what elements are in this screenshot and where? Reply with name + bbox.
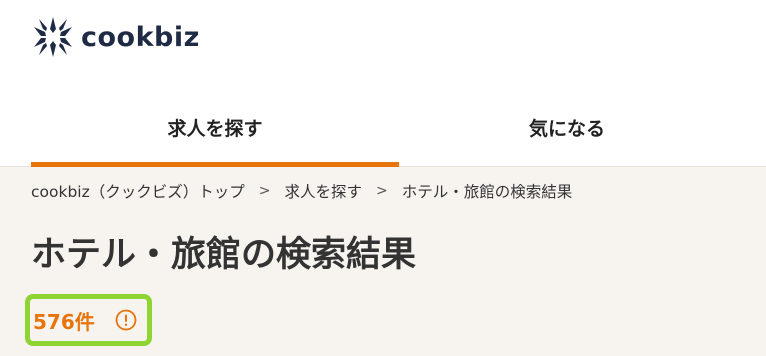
logo-text: cookbiz: [81, 21, 200, 53]
breadcrumb-separator: >: [258, 183, 271, 199]
tab-favorites[interactable]: 気になる: [399, 88, 735, 166]
result-count-highlight: 576件: [25, 294, 152, 346]
tab-search-jobs[interactable]: 求人を探す: [31, 88, 399, 167]
result-count: 576件: [33, 309, 95, 334]
site-header: cookbiz 求人を探す 気になる: [0, 0, 766, 167]
breadcrumb-current: ホテル・旅館の検索結果: [401, 183, 573, 201]
breadcrumb-search-jobs[interactable]: 求人を探す: [284, 180, 362, 202]
breadcrumb-home[interactable]: cookbiz（クックビズ）トップ: [31, 180, 245, 202]
logo-mark-icon: [34, 17, 72, 57]
cookbiz-logo[interactable]: cookbiz: [31, 14, 200, 60]
page-title: ホテル・旅館の検索結果: [31, 235, 417, 275]
tab-search-jobs-label: 求人を探す: [167, 117, 263, 140]
info-icon[interactable]: [115, 309, 137, 331]
tab-favorites-label: 気になる: [528, 117, 605, 140]
app: cookbiz 求人を探す 気になる cookbiz（クックビズ）トップ > 求…: [0, 0, 766, 356]
breadcrumb-separator: >: [376, 183, 388, 199]
breadcrumb: cookbiz（クックビズ）トップ > 求人を探す > ホテル・旅館の検索結果: [31, 180, 572, 202]
main-tabs: 求人を探す 気になる: [0, 88, 766, 167]
active-tab-indicator: [31, 162, 399, 167]
